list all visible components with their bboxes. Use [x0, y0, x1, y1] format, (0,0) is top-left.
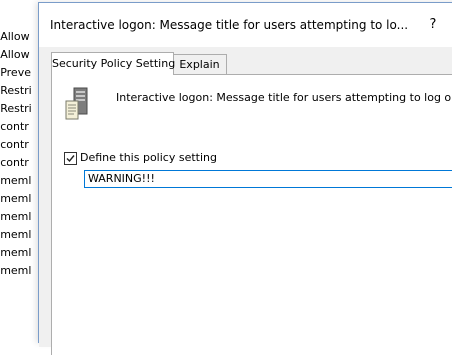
server-policy-icon [65, 87, 88, 120]
tab-panel-security-policy-setting: Interactive logon: Message title for use… [51, 74, 452, 355]
list-item[interactable]: : Restri [0, 100, 40, 118]
list-item[interactable]: : contr [0, 154, 40, 172]
list-item[interactable]: : contr [0, 136, 40, 154]
list-item[interactable]: : Restri [0, 82, 40, 100]
define-policy-checkbox[interactable] [64, 152, 77, 165]
help-button[interactable]: ? [423, 13, 443, 37]
dialog-content: Security Policy Setting Explain Interact… [39, 47, 452, 355]
list-item[interactable]: : meml [0, 190, 40, 208]
list-item[interactable]: : meml [0, 262, 40, 280]
define-policy-label: Define this policy setting [80, 151, 217, 164]
list-item[interactable]: : meml [0, 226, 40, 244]
checkmark-icon [66, 155, 75, 163]
message-title-input[interactable] [84, 170, 452, 188]
list-item[interactable]: : contr [0, 118, 40, 136]
list-item[interactable]: : Preve [0, 64, 40, 82]
tab-security-policy-setting[interactable]: Security Policy Setting [51, 52, 175, 75]
list-item[interactable]: : meml [0, 208, 40, 226]
tab-explain[interactable]: Explain [172, 54, 227, 74]
list-item[interactable]: : Allow [0, 28, 40, 46]
list-item[interactable]: : meml [0, 244, 40, 262]
list-item[interactable]: : Allow [0, 46, 40, 64]
dialog-title-bar[interactable]: Interactive logon: Message title for use… [39, 3, 452, 47]
list-item[interactable]: : meml [0, 172, 40, 190]
policy-properties-dialog: Interactive logon: Message title for use… [38, 2, 452, 355]
background-policy-list: : Allow : Allow : Preve : Restri : Restr… [0, 0, 40, 328]
dialog-title: Interactive logon: Message title for use… [50, 18, 409, 32]
policy-heading: Interactive logon: Message title for use… [116, 91, 452, 104]
